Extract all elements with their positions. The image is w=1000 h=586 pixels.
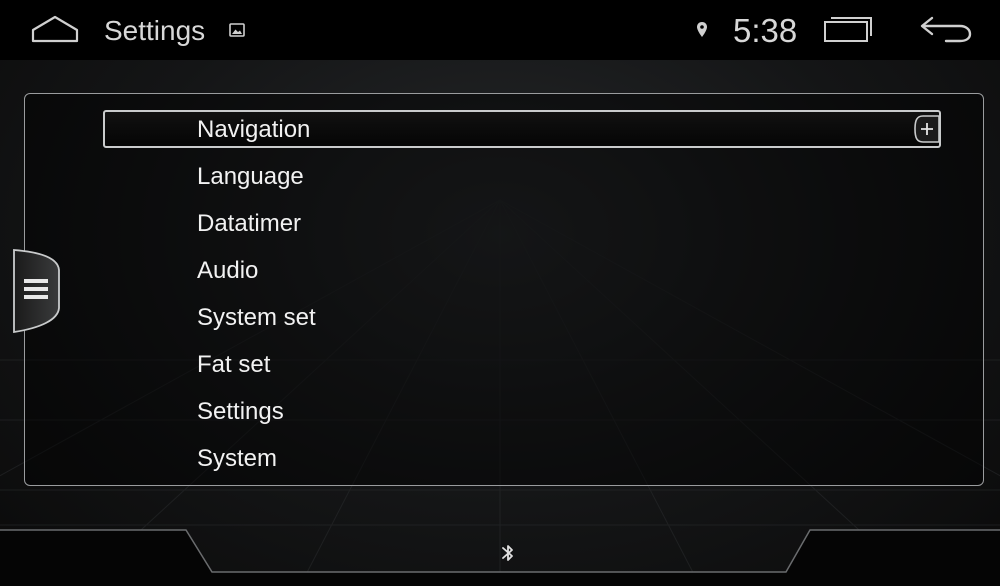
menu-item-settings[interactable]: Settings	[103, 392, 941, 439]
hamburger-menu-icon	[24, 279, 48, 299]
menu-item-system-set[interactable]: System set	[103, 298, 941, 345]
expand-plus-icon[interactable]	[913, 114, 941, 144]
side-drawer-tab[interactable]	[10, 244, 64, 338]
screen: Settings 5:38 Navigation Language Datati…	[0, 0, 1000, 586]
clock: 5:38	[733, 12, 798, 49]
image-icon	[229, 23, 245, 37]
location-icon	[697, 22, 707, 37]
menu-item-label: Language	[197, 163, 304, 190]
menu-item-navigation[interactable]: Navigation	[103, 110, 941, 148]
menu-item-audio[interactable]: Audio	[103, 251, 941, 298]
status-bar: Settings 5:38	[0, 0, 1000, 60]
menu-item-label: Audio	[197, 257, 259, 284]
bluetooth-icon[interactable]	[500, 542, 516, 564]
settings-panel: Navigation Language Datatimer Audio Syst…	[24, 93, 984, 486]
menu-item-label: Datatimer	[197, 210, 302, 237]
menu-item-fat-set[interactable]: Fat set	[103, 345, 941, 392]
menu-item-language[interactable]: Language	[103, 157, 941, 204]
recents-icon[interactable]	[822, 13, 874, 43]
settings-menu-list: Navigation Language Datatimer Audio Syst…	[103, 110, 941, 486]
app-title: Settings	[104, 15, 206, 46]
menu-item-label: Settings	[197, 398, 284, 425]
menu-item-system[interactable]: System	[103, 439, 941, 486]
menu-item-label: Fat set	[197, 351, 271, 378]
home-icon[interactable]	[30, 14, 80, 46]
menu-item-label: System set	[197, 304, 316, 331]
menu-item-label: System	[197, 445, 278, 472]
menu-item-datatimer[interactable]: Datatimer	[103, 204, 941, 251]
back-icon[interactable]	[918, 12, 974, 44]
menu-item-label: Navigation	[197, 116, 311, 143]
